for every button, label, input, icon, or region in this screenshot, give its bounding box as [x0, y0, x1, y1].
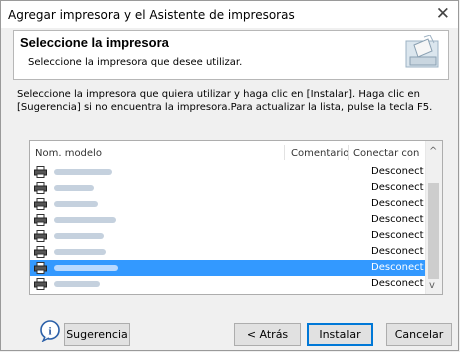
model-name-redacted	[54, 201, 98, 207]
column-header-connect[interactable]: Conectar con	[353, 148, 419, 159]
column-separator[interactable]	[284, 145, 285, 160]
connect-cell: Desconect	[371, 278, 424, 289]
table-row[interactable]: Desconect	[30, 164, 426, 180]
cancel-button[interactable]: Cancelar	[386, 323, 452, 346]
model-name-redacted	[54, 249, 106, 255]
instructions-text: Seleccione la impresora que quiera utili…	[17, 89, 433, 113]
model-name-redacted	[54, 185, 94, 191]
page-title: Seleccione la impresora	[20, 35, 169, 50]
hint-button[interactable]: Sugerencia	[64, 323, 130, 346]
connect-cell: Desconect	[371, 166, 424, 177]
printer-icon	[34, 262, 47, 274]
connect-cell: Desconect	[371, 262, 424, 273]
printer-icon	[34, 166, 47, 178]
model-name-redacted	[54, 169, 112, 175]
model-name-redacted	[54, 217, 116, 223]
table-row[interactable]: Desconect	[30, 260, 426, 276]
connect-cell: Desconect	[371, 214, 424, 225]
printer-icon	[34, 246, 47, 258]
column-separator[interactable]	[348, 145, 349, 160]
table-row[interactable]: Desconect	[30, 228, 426, 244]
printer-icon	[34, 198, 47, 210]
model-name-redacted	[54, 281, 100, 287]
list-scrollbar[interactable]: ^ v	[425, 141, 442, 294]
svg-text:i: i	[48, 326, 51, 338]
printer-icon	[34, 214, 47, 226]
window-title: Agregar impresora y el Asistente de impr…	[8, 8, 295, 22]
scroll-up-icon[interactable]: ^	[429, 146, 437, 157]
connect-cell: Desconect	[371, 230, 424, 241]
model-name-redacted	[54, 265, 118, 271]
printer-icon	[34, 182, 47, 194]
list-header: Nom. modelo Comentario Conectar con	[30, 141, 426, 163]
title-bar: Agregar impresora y el Asistente de impr…	[1, 1, 458, 28]
model-name-redacted	[54, 233, 104, 239]
wizard-header: Seleccione la impresora Seleccione la im…	[13, 30, 449, 80]
scroll-down-icon[interactable]: v	[429, 280, 435, 291]
printer-icon	[34, 230, 47, 242]
table-row[interactable]: Desconect	[30, 276, 426, 292]
printer-icon	[34, 278, 47, 290]
printer-list[interactable]: Nom. modelo Comentario Conectar con Desc…	[29, 140, 443, 295]
close-icon[interactable]: ✕	[436, 4, 450, 24]
column-header-comment[interactable]: Comentario	[291, 148, 349, 159]
info-help-icon: i	[40, 320, 60, 342]
wizard-window: Agregar impresora y el Asistente de impr…	[0, 0, 459, 351]
install-button[interactable]: Instalar	[307, 323, 373, 346]
column-header-model[interactable]: Nom. modelo	[35, 148, 102, 159]
back-button[interactable]: < Atrás	[234, 323, 301, 346]
connect-cell: Desconect	[371, 198, 424, 209]
table-row[interactable]: Desconect	[30, 196, 426, 212]
table-row[interactable]: Desconect	[30, 212, 426, 228]
table-row[interactable]: Desconect	[30, 244, 426, 260]
connect-cell: Desconect	[371, 182, 424, 193]
scroll-thumb[interactable]	[428, 183, 439, 279]
table-row[interactable]: Desconect	[30, 180, 426, 196]
connect-cell: Desconect	[371, 246, 424, 257]
page-subtitle: Seleccione la impresora que desee utiliz…	[28, 57, 243, 68]
printer-wizard-icon	[405, 35, 439, 68]
